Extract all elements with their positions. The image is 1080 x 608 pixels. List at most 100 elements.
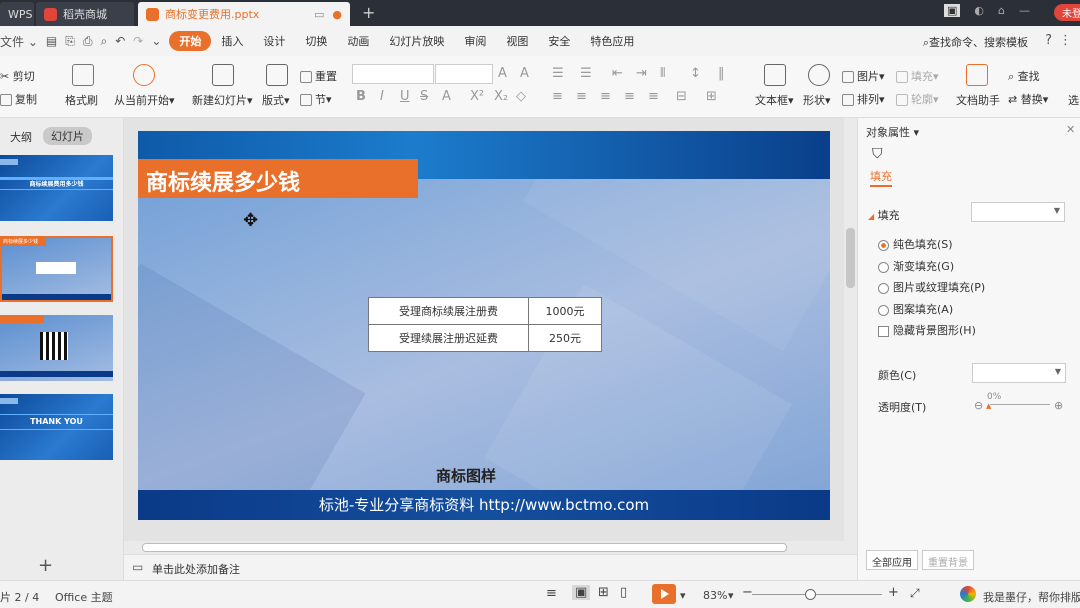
more-options-icon[interactable]: ⋮ — [1059, 33, 1072, 48]
radio-solid-fill[interactable]: 纯色填充(S) — [878, 236, 953, 252]
tab-slides[interactable]: 幻灯片 — [43, 127, 92, 145]
undo-icon[interactable]: ↶ — [115, 34, 125, 48]
redo-icon[interactable]: ↷ — [133, 34, 143, 48]
tab-outline[interactable]: 大纲 — [10, 129, 32, 145]
distribute-icon[interactable]: ≡ — [648, 89, 659, 104]
tab-current-file[interactable]: 商标变更费用.pptx ▭ ● — [138, 2, 350, 26]
customize-icon[interactable]: ⌄ — [151, 34, 161, 48]
font-shrink-icon[interactable]: A — [520, 66, 529, 81]
section-button[interactable]: 节▾ — [300, 91, 332, 107]
numbering-icon[interactable]: ☰ — [580, 66, 592, 81]
italic-icon[interactable]: I — [380, 89, 384, 104]
print-icon[interactable]: ⎙ — [83, 34, 93, 49]
transparency-decrease-icon[interactable]: ⊖ — [974, 399, 983, 412]
layout-button[interactable]: 版式▾ — [262, 92, 290, 108]
smartart-icon[interactable]: ⊞ — [706, 89, 717, 104]
doc-helper-button[interactable]: 文档助手 — [956, 92, 1000, 108]
fill-section-header[interactable]: ◢ 填充 — [868, 207, 900, 223]
zoom-slider[interactable] — [752, 594, 882, 595]
increase-indent-icon[interactable]: ⇥ — [636, 66, 647, 81]
slide-footer-text[interactable]: 标池-专业分享商标资料 http://www.bctmo.com — [138, 494, 830, 515]
fill-type-dropdown[interactable]: ▼ — [971, 202, 1065, 222]
justify-icon[interactable]: ≡ — [624, 89, 635, 104]
vertical-scroll-thumb[interactable] — [846, 228, 855, 288]
vertical-scrollbar[interactable] — [844, 118, 857, 543]
slider-knob-icon[interactable]: ▲ — [986, 402, 991, 410]
reading-view-icon[interactable]: ▯ — [620, 585, 627, 600]
horizontal-scroll-thumb[interactable] — [142, 543, 787, 552]
zoom-out-icon[interactable]: − — [742, 585, 753, 600]
clear-format-icon[interactable]: ◇ — [516, 89, 526, 104]
tab-fill[interactable]: 填充 — [870, 168, 892, 187]
transparency-slider[interactable] — [990, 404, 1050, 405]
fit-window-icon[interactable]: ⤢ — [910, 586, 920, 601]
new-tab-button[interactable]: + — [362, 3, 375, 22]
radio-picture-fill[interactable]: 图片或纹理填充(P) — [878, 279, 985, 295]
minimize-icon[interactable]: — — [1019, 4, 1030, 17]
picture-button[interactable]: 图片▾ — [842, 68, 885, 84]
notes-pane[interactable]: ▭ 单击此处添加备注 — [124, 554, 857, 580]
play-from-current-button[interactable]: 从当前开始▾ — [114, 92, 175, 108]
replace-button[interactable]: ⇄ 替换▾ — [1008, 91, 1048, 107]
file-menu[interactable]: 文件 ⌄ — [0, 33, 38, 50]
subscript-icon[interactable]: X₂ — [494, 89, 508, 104]
menu-transition[interactable]: 切换 — [295, 33, 337, 49]
table-cell[interactable]: 受理续展注册迟延费 — [368, 324, 529, 352]
reset-button[interactable]: 重置 — [300, 68, 337, 84]
sorter-view-icon[interactable]: ⊞ — [598, 585, 609, 600]
line-spacing-icon[interactable]: ↕ — [690, 66, 701, 81]
vertical-align-icon[interactable]: ⊟ — [676, 89, 687, 104]
align-right-icon[interactable]: ≡ — [600, 89, 611, 104]
hide-bg-checkbox[interactable]: 隐藏背景图形(H) — [878, 322, 976, 338]
slide-title[interactable]: 商标续展多少钱 — [138, 159, 418, 198]
columns-icon[interactable]: ‖ — [718, 66, 725, 81]
radio-gradient-fill[interactable]: 渐变填充(G) — [878, 258, 954, 274]
select-button[interactable]: 选 — [1068, 92, 1079, 108]
horizontal-scrollbar[interactable] — [124, 541, 857, 554]
window-number-icon[interactable]: ▣ — [944, 4, 961, 17]
slide-thumbnail-3[interactable] — [0, 315, 113, 381]
format-painter-button[interactable]: 格式刷 — [65, 92, 98, 108]
superscript-icon[interactable]: X² — [470, 89, 484, 104]
underline-icon[interactable]: U — [400, 89, 410, 104]
play-slideshow-button[interactable] — [652, 584, 676, 604]
outline-button[interactable]: 轮廓▾ — [896, 91, 939, 107]
normal-view-icon[interactable]: ▣ — [572, 585, 591, 600]
menu-home[interactable]: 开始 — [169, 31, 212, 51]
table-cell[interactable]: 250元 — [528, 324, 602, 352]
text-direction-icon[interactable]: ⫴ — [660, 66, 665, 81]
chevron-down-icon[interactable]: ▾ — [728, 589, 734, 602]
theme-name[interactable]: Office 主题 — [55, 589, 113, 605]
slide-thumbnail-2[interactable]: 商标续展多少钱 — [0, 236, 113, 302]
menu-security[interactable]: 安全 — [538, 33, 580, 49]
zoom-level[interactable]: 83% — [703, 589, 727, 602]
align-left-icon[interactable]: ≡ — [552, 89, 563, 104]
fill-button[interactable]: 填充▾ — [896, 68, 939, 84]
skin-icon[interactable]: ◐ — [974, 4, 984, 17]
export-icon[interactable]: ⎘ — [65, 34, 75, 49]
font-size-select[interactable] — [435, 64, 493, 84]
zoom-slider-knob[interactable] — [805, 589, 816, 600]
strikethrough-icon[interactable]: S — [420, 89, 428, 104]
notes-placeholder[interactable]: 单击此处添加备注 — [152, 561, 240, 577]
shirt-icon[interactable]: ⌂ — [998, 4, 1005, 17]
table-cell[interactable]: 受理商标续展注册费 — [368, 297, 529, 325]
menu-animation[interactable]: 动画 — [337, 33, 379, 49]
notes-toggle-icon[interactable]: ≡ — [546, 586, 557, 601]
reset-background-button[interactable]: 重置背景 — [922, 550, 974, 570]
table-cell[interactable]: 1000元 — [528, 297, 602, 325]
login-button[interactable]: 未登 — [1054, 4, 1080, 21]
bold-icon[interactable]: B — [356, 89, 366, 104]
menu-view[interactable]: 视图 — [496, 33, 538, 49]
close-icon[interactable]: ✕ — [1066, 123, 1075, 136]
zoom-in-icon[interactable]: + — [888, 585, 899, 600]
font-family-select[interactable] — [352, 64, 434, 84]
assistant-text[interactable]: 我是墨仔，帮你排版 — [983, 589, 1080, 605]
apply-all-button[interactable]: 全部应用 — [866, 550, 918, 570]
arrange-button[interactable]: 排列▾ — [842, 91, 885, 107]
radio-pattern-fill[interactable]: 图案填充(A) — [878, 301, 953, 317]
add-slide-button[interactable]: + — [38, 555, 53, 576]
new-slide-button[interactable]: 新建幻灯片▾ — [192, 92, 253, 108]
copy-button[interactable]: 复制 — [0, 91, 37, 107]
pane-title[interactable]: 对象属性 ▾ — [866, 124, 919, 140]
